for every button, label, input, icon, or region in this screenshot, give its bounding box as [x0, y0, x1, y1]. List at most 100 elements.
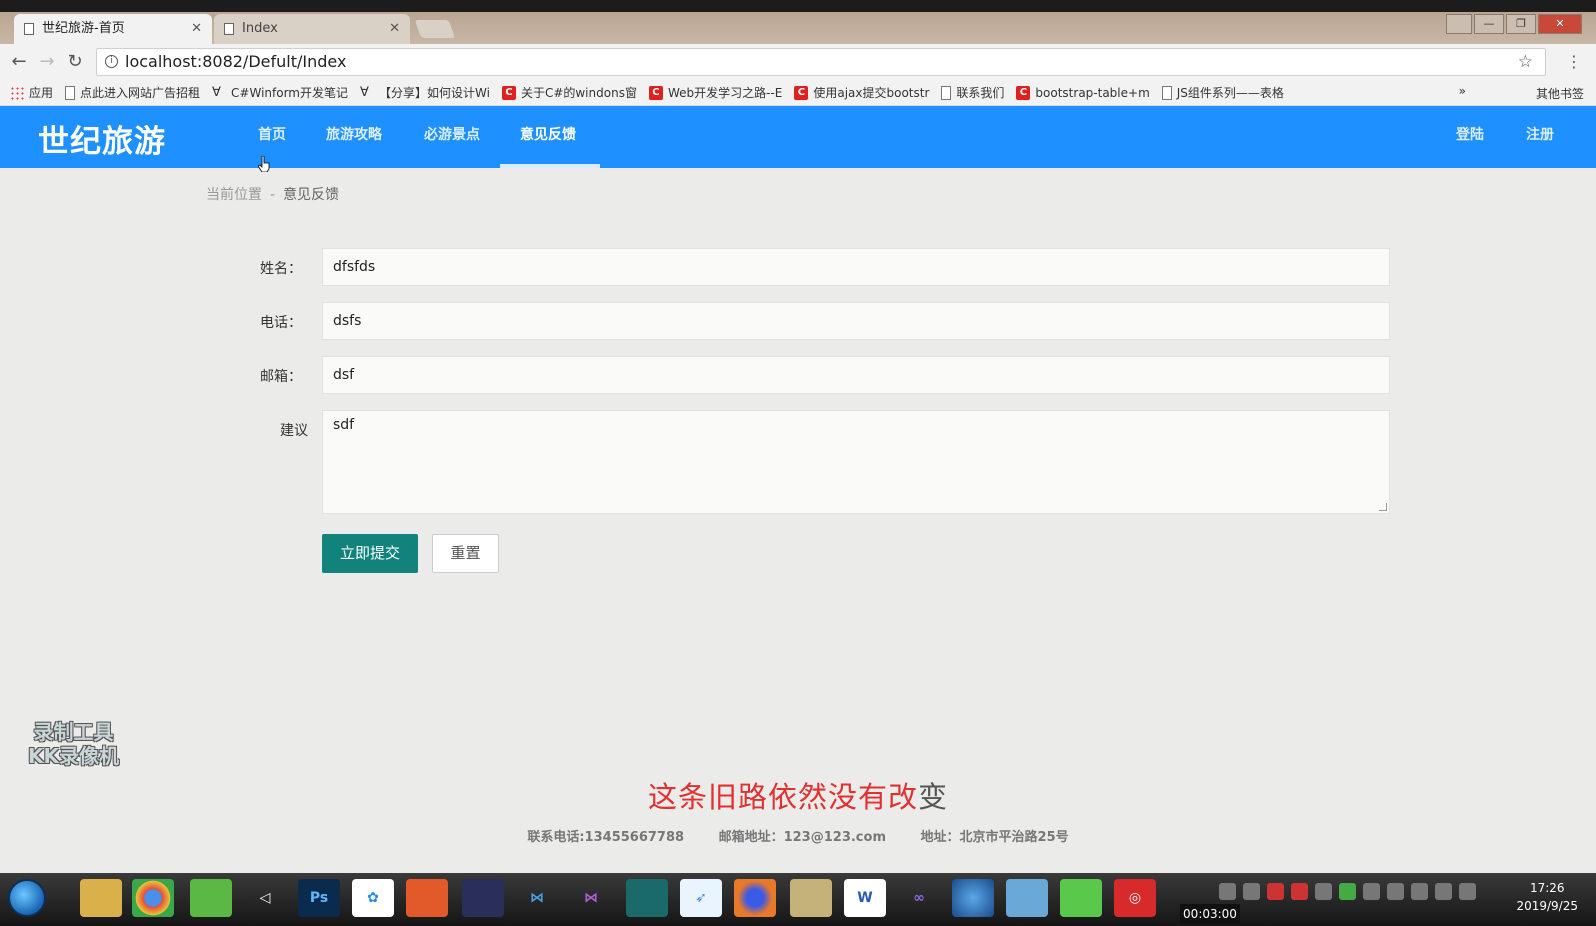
bookmark-star-icon[interactable]: ☆ [1518, 49, 1533, 75]
bookmark-label: 联系我们 [956, 86, 1005, 100]
other-bookmarks[interactable]: 其他书签 [1536, 85, 1584, 102]
app-picture-icon[interactable] [1006, 879, 1048, 917]
resize-handle-icon[interactable] [1379, 503, 1387, 511]
wechat-icon[interactable] [1060, 879, 1102, 917]
address-bar[interactable]: i localhost:8082/Defult/Index ☆ [96, 48, 1546, 76]
network-icon[interactable] [1435, 883, 1452, 900]
close-tab-icon[interactable]: ✕ [191, 14, 202, 44]
app-orange-icon[interactable] [406, 879, 448, 917]
video-subtitle: 这条旧路依然没有改变 [0, 774, 1596, 816]
app-bird-icon[interactable]: ➶ [680, 879, 722, 917]
visual-studio-icon[interactable]: ⋈ [570, 879, 612, 917]
page-icon [224, 23, 234, 35]
bookmark-item[interactable]: Cbootstrap-table+m [1016, 85, 1150, 100]
bookmark-item[interactable]: ꓯ C#Winform开发笔记 [212, 84, 348, 101]
bookmark-label: JS组件系列——表格 [1176, 86, 1284, 100]
tab-index[interactable]: Index ✕ [214, 14, 410, 44]
browser-menu-icon[interactable]: ⋮ [1566, 52, 1582, 71]
info-icon[interactable]: i [105, 55, 118, 68]
suggestion-textarea[interactable]: sdf [322, 410, 1390, 514]
tray-icon[interactable] [1219, 883, 1236, 900]
tray-icon[interactable] [1387, 883, 1404, 900]
nav-home[interactable]: 首页 [238, 106, 306, 168]
bookmark-item[interactable]: 应用 [10, 84, 53, 101]
netease-music-icon[interactable]: ◎ [1114, 879, 1156, 917]
user-profile-button[interactable] [1446, 14, 1472, 34]
bookmark-item[interactable]: 点此进入网站广告招租 [65, 84, 200, 101]
maya-icon[interactable] [626, 879, 668, 917]
phone-field[interactable]: dsfs [322, 302, 1390, 340]
bookmarks-more-button[interactable]: » [1459, 84, 1466, 98]
back-icon[interactable]: ← [8, 52, 30, 72]
bookmark-item[interactable]: ꓯ 【分享】如何设计Wi [360, 84, 490, 101]
browser-titlebar: 世纪旅游-首页 ✕ Index ✕ — ❐ ✕ [0, 0, 1596, 44]
word-icon[interactable]: W [844, 879, 886, 917]
subtitle-last-char: 变 [918, 780, 949, 814]
reload-icon[interactable]: ↻ [64, 52, 86, 72]
submit-button[interactable]: 立即提交 [322, 534, 418, 573]
nav-travel-guide[interactable]: 旅游攻略 [306, 106, 402, 168]
other-bookmarks-label: 其他书签 [1535, 87, 1584, 101]
site-logo[interactable]: 世纪旅游 [38, 116, 166, 161]
recorder-watermark: 录制工具 KK录像机 [28, 720, 119, 768]
vscode-icon[interactable]: ⋈ [516, 879, 558, 917]
nav-feedback[interactable]: 意见反馈 [500, 106, 600, 168]
tray-icon[interactable] [1291, 883, 1308, 900]
bookmark-item[interactable]: 联系我们 [941, 84, 1004, 101]
bookmark-item[interactable]: C 关于C#的windons窗 [501, 84, 637, 101]
start-button[interactable] [8, 879, 46, 917]
close-window-button[interactable]: ✕ [1538, 14, 1582, 34]
unity-icon[interactable]: ◁ [244, 879, 286, 917]
close-tab-icon[interactable]: ✕ [389, 14, 400, 44]
login-link[interactable]: 登陆 [1456, 106, 1484, 168]
doc-icon [941, 85, 952, 100]
taskbar-clock[interactable]: 17:26 2019/9/25 [1516, 879, 1578, 915]
csdn-icon: C [794, 85, 809, 100]
tray-icon[interactable] [1411, 883, 1428, 900]
maximize-button[interactable]: ❐ [1506, 14, 1536, 34]
eclipse-icon[interactable] [462, 879, 504, 917]
bookmark-item[interactable]: JS组件系列——表格 [1161, 84, 1284, 101]
new-tab-button[interactable] [414, 20, 456, 38]
volume-icon[interactable] [1459, 883, 1476, 900]
phone-label: 电话： [260, 315, 302, 331]
wrench-icon: ꓯ [212, 84, 221, 100]
email-field[interactable]: dsf [322, 356, 1390, 394]
reset-button[interactable]: 重置 [432, 534, 499, 573]
bookmark-item[interactable]: C 使用ajax提交bootstr [794, 84, 929, 101]
explorer-icon[interactable] [80, 879, 122, 917]
tab-title: 世纪旅游-首页 [42, 21, 125, 36]
breadcrumb: 当前位置 - 意见反馈 [206, 184, 339, 204]
subtitle-text: 这条旧路依然没有改 [647, 780, 918, 814]
app-globe-icon[interactable] [952, 879, 994, 917]
bookmark-item[interactable]: C Web开发学习之路--E [648, 84, 782, 101]
bookmark-label: 【分享】如何设计Wi [379, 86, 490, 100]
page-content: 世纪旅游 首页 旅游攻略 必游景点 意见反馈 登陆 注册 当前位置 - 意见反馈 姓… [0, 106, 1596, 873]
bookmark-label: bootstrap-table+m [1035, 85, 1150, 100]
tray-icon[interactable] [1267, 883, 1284, 900]
tab-title: Index [242, 21, 278, 36]
tray-icon[interactable] [1363, 883, 1380, 900]
app-infinity-icon[interactable]: ∞ [898, 879, 940, 917]
chrome-icon[interactable] [132, 879, 174, 917]
app-green-icon[interactable] [190, 879, 232, 917]
tools-icon[interactable] [790, 879, 832, 917]
breadcrumb-prefix: 当前位置 [206, 187, 262, 203]
tray-icon[interactable] [1315, 883, 1332, 900]
tray-icon[interactable] [1243, 883, 1260, 900]
bookmark-label: C#Winform开发笔记 [231, 86, 348, 100]
window-controls: — ❐ ✕ [1474, 14, 1582, 34]
forward-icon[interactable]: → [36, 52, 58, 72]
minimize-button[interactable]: — [1474, 14, 1504, 34]
baidu-netdisk-icon[interactable]: ✿ [352, 879, 394, 917]
photoshop-icon[interactable]: Ps [298, 879, 340, 917]
tray-icon[interactable] [1339, 883, 1356, 900]
nav-attractions[interactable]: 必游景点 [404, 106, 500, 168]
name-field[interactable]: dfsfds [322, 248, 1390, 286]
tab-home[interactable]: 世纪旅游-首页 ✕ [14, 14, 212, 44]
firefox-icon[interactable] [734, 879, 776, 917]
clock-time: 17:26 [1529, 881, 1565, 895]
name-label: 姓名： [260, 261, 302, 277]
breadcrumb-separator: - [270, 187, 276, 203]
register-link[interactable]: 注册 [1526, 106, 1554, 168]
